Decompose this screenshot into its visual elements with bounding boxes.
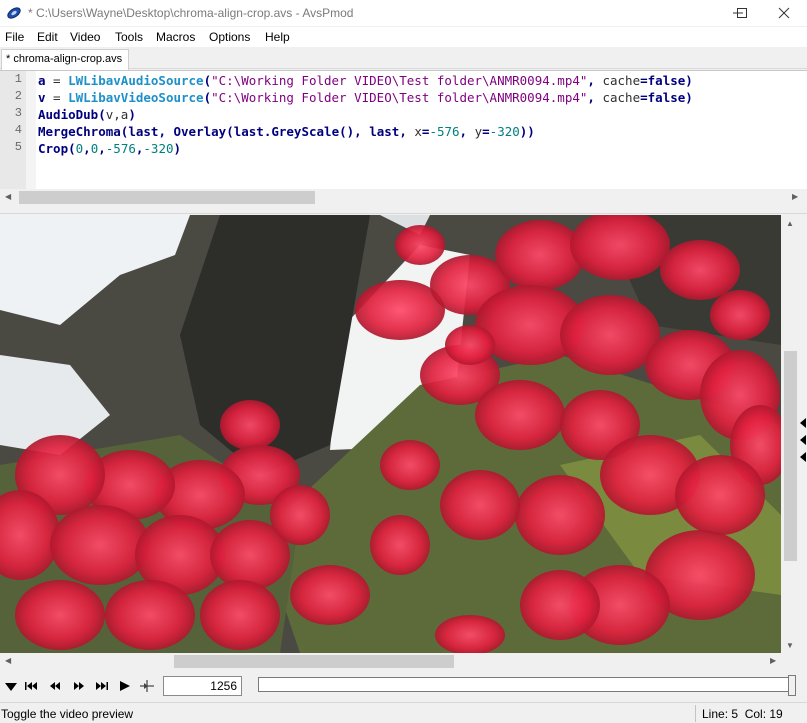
code-line[interactable]: MergeChroma(last, Overlay(last.GreyScale… bbox=[38, 123, 535, 140]
menu-tools[interactable]: Tools bbox=[115, 30, 143, 44]
video-vertical-scrollbar[interactable]: ▲ ▼ bbox=[782, 215, 799, 653]
menu-help[interactable]: Help bbox=[265, 30, 290, 44]
flower-cluster bbox=[515, 475, 605, 555]
side-panel-handles[interactable] bbox=[799, 415, 807, 465]
menu-options[interactable]: Options bbox=[209, 30, 250, 44]
fold-margin bbox=[26, 71, 36, 189]
script-editor[interactable]: 1 2 3 4 5 a = LWLibavAudioSource("C:\Wor… bbox=[0, 70, 807, 206]
flower-cluster bbox=[560, 295, 660, 375]
menu-bar: File Edit Video Tools Macros Options Hel… bbox=[0, 27, 807, 47]
tab-strip: * chroma-align-crop.avs bbox=[0, 47, 807, 70]
menu-macros[interactable]: Macros bbox=[156, 30, 195, 44]
editor-scroll-thumb[interactable] bbox=[19, 191, 315, 204]
menu-file[interactable]: File bbox=[5, 30, 24, 44]
scroll-left-icon[interactable]: ◀ bbox=[5, 656, 11, 665]
flower-cluster bbox=[15, 580, 105, 650]
flower-cluster bbox=[675, 455, 765, 535]
flower-cluster bbox=[520, 570, 600, 640]
line-number: 2 bbox=[14, 89, 22, 103]
flower-cluster bbox=[105, 580, 195, 650]
menu-edit[interactable]: Edit bbox=[37, 30, 58, 44]
flower-cluster bbox=[380, 440, 440, 490]
collapse-arrows-icon[interactable] bbox=[799, 415, 807, 465]
video-horizontal-scrollbar[interactable]: ◀ ▶ bbox=[0, 653, 781, 670]
code-line[interactable]: v = LWLibavVideoSource("C:\Working Folde… bbox=[38, 89, 693, 106]
flower-cluster bbox=[495, 220, 585, 290]
flower-cluster bbox=[370, 515, 430, 575]
scroll-right-icon[interactable]: ▶ bbox=[792, 192, 798, 201]
previous-frame-icon[interactable] bbox=[47, 678, 63, 694]
line-number: 5 bbox=[14, 140, 22, 154]
flower-cluster bbox=[660, 240, 740, 300]
status-bar: Toggle the video preview Line: 5 Col: 19 bbox=[0, 702, 807, 723]
code-line[interactable]: Crop(0,0,-576,-320) bbox=[38, 140, 181, 157]
maximize-button[interactable] bbox=[718, 0, 764, 26]
playback-toolbar: 1256 bbox=[0, 672, 807, 700]
status-message: Toggle the video preview bbox=[1, 707, 134, 721]
video-vscroll-thumb[interactable] bbox=[784, 351, 797, 561]
video-frame bbox=[0, 215, 781, 653]
timeline-slider-handle[interactable] bbox=[788, 675, 796, 696]
window-title: * C:\Users\Wayne\Desktop\chroma-align-cr… bbox=[28, 6, 354, 20]
go-to-end-icon[interactable] bbox=[94, 678, 110, 694]
close-icon bbox=[778, 7, 790, 19]
app-window: * C:\Users\Wayne\Desktop\chroma-align-cr… bbox=[0, 0, 807, 723]
flower-cluster bbox=[220, 400, 280, 450]
next-frame-icon[interactable] bbox=[71, 678, 87, 694]
editor-horizontal-scrollbar[interactable]: ◀ ▶ bbox=[0, 189, 807, 206]
line-number: 3 bbox=[14, 106, 22, 120]
scroll-down-icon[interactable]: ▼ bbox=[786, 641, 794, 650]
scroll-right-icon[interactable]: ▶ bbox=[770, 656, 776, 665]
tab-chroma-align-crop[interactable]: * chroma-align-crop.avs bbox=[1, 49, 129, 70]
video-preview[interactable] bbox=[0, 215, 781, 653]
maximize-icon bbox=[737, 8, 747, 18]
flower-cluster bbox=[475, 380, 565, 450]
play-icon[interactable] bbox=[117, 678, 133, 694]
status-divider bbox=[695, 705, 696, 722]
cursor-position: Line: 5 Col: 19 bbox=[702, 707, 783, 721]
flower-cluster bbox=[710, 290, 770, 340]
line-number: 1 bbox=[14, 72, 22, 86]
code-line[interactable]: AudioDub(v,a) bbox=[38, 106, 136, 123]
play-down-icon[interactable] bbox=[3, 678, 19, 694]
crosshair-icon[interactable] bbox=[139, 678, 155, 694]
flower-cluster bbox=[440, 470, 520, 540]
editor-video-splitter[interactable] bbox=[0, 206, 807, 214]
app-icon bbox=[7, 7, 21, 19]
go-to-start-icon[interactable] bbox=[23, 678, 39, 694]
line-number-gutter: 1 2 3 4 5 bbox=[0, 71, 26, 189]
menu-video[interactable]: Video bbox=[70, 30, 100, 44]
title-bar: * C:\Users\Wayne\Desktop\chroma-align-cr… bbox=[0, 0, 807, 26]
scroll-up-icon[interactable]: ▲ bbox=[786, 219, 794, 228]
line-number: 4 bbox=[14, 123, 22, 137]
frame-number-input[interactable]: 1256 bbox=[163, 676, 242, 696]
flower-cluster bbox=[395, 225, 445, 265]
timeline-slider[interactable] bbox=[258, 677, 789, 692]
flower-cluster bbox=[200, 580, 280, 650]
flower-cluster bbox=[270, 485, 330, 545]
flower-cluster bbox=[50, 505, 150, 585]
video-hscroll-thumb[interactable] bbox=[174, 655, 454, 668]
flower-cluster bbox=[445, 325, 495, 365]
close-button[interactable] bbox=[761, 0, 807, 26]
scroll-left-icon[interactable]: ◀ bbox=[5, 192, 11, 201]
code-line[interactable]: a = LWLibavAudioSource("C:\Working Folde… bbox=[38, 72, 693, 89]
flower-cluster bbox=[290, 565, 370, 625]
